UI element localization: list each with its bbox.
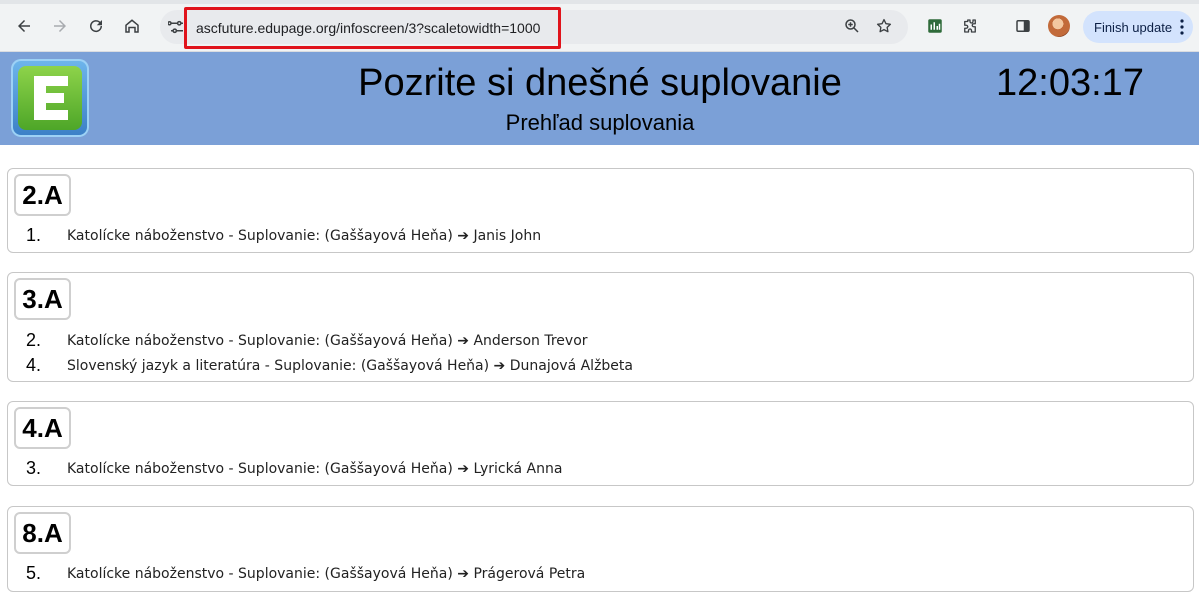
lesson-number: 2. — [26, 330, 42, 350]
class-badge: 8.A — [14, 512, 71, 554]
class-badge: 2.A — [14, 174, 71, 216]
url-text[interactable]: ascfuture.edupage.org/infoscreen/3?scale… — [196, 18, 540, 38]
page-title: Pozrite si dnešné suplovanie — [358, 62, 842, 104]
page-header: Pozrite si dnešné suplovanie Prehľad sup… — [0, 52, 1199, 145]
substitution-text: Slovenský jazyk a literatúra - Suplovani… — [67, 358, 633, 374]
class-badge: 4.A — [14, 407, 71, 449]
edupage-e-icon — [34, 76, 68, 120]
more-menu-icon[interactable] — [1180, 18, 1184, 36]
page-subtitle: Prehľad suplovania — [505, 110, 695, 135]
edupage-logo — [11, 59, 89, 137]
zoom-icon[interactable] — [841, 15, 863, 37]
class-card: 4.A 3. Katolícke náboženstvo - Suplovani… — [7, 401, 1194, 486]
tab-strip-edge — [0, 0, 1199, 4]
lesson-number: 1. — [26, 225, 42, 245]
class-card: 3.A 2. Katolícke náboženstvo - Suplovani… — [7, 272, 1194, 382]
side-panel-icon[interactable] — [1012, 15, 1034, 37]
browser-toolbar: ascfuture.edupage.org/infoscreen/3?scale… — [0, 0, 1199, 52]
lesson-number: 4. — [26, 355, 42, 375]
extensions-puzzle-icon[interactable] — [959, 15, 981, 37]
lesson-number: 5. — [26, 563, 42, 583]
reload-icon[interactable] — [82, 12, 110, 40]
substitution-text: Katolícke náboženstvo - Suplovanie: (Gaš… — [67, 333, 588, 349]
class-card: 8.A 5. Katolícke náboženstvo - Suplovani… — [7, 506, 1194, 592]
home-icon[interactable] — [118, 12, 146, 40]
profile-avatar[interactable] — [1048, 15, 1070, 37]
substitution-text: Katolícke náboženstvo - Suplovanie: (Gaš… — [67, 566, 586, 582]
forward-icon[interactable] — [46, 12, 74, 40]
substitution-text: Katolícke náboženstvo - Suplovanie: (Gaš… — [67, 461, 563, 477]
class-badge: 3.A — [14, 278, 71, 320]
finish-update-label: Finish update — [1094, 19, 1173, 35]
back-icon[interactable] — [10, 12, 38, 40]
finish-update-button[interactable]: Finish update — [1083, 11, 1193, 43]
clock: 12:03:17 — [996, 62, 1144, 104]
lesson-number: 3. — [26, 458, 42, 478]
class-card: 2.A 1. Katolícke náboženstvo - Suplovani… — [7, 168, 1194, 253]
substitution-text: Katolícke náboženstvo - Suplovanie: (Gaš… — [67, 228, 542, 244]
bookmark-star-icon[interactable] — [873, 15, 895, 37]
extension-edupage-icon[interactable] — [924, 15, 946, 37]
